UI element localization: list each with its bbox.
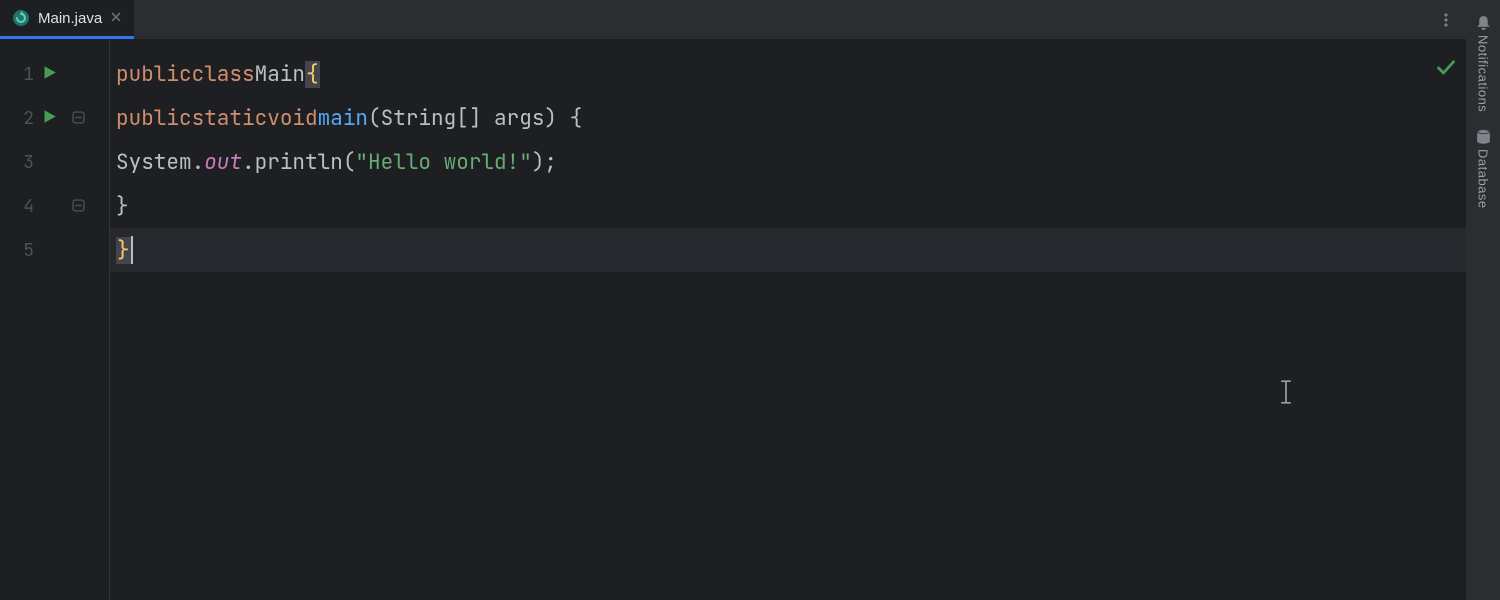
gutter-line: 2 bbox=[0, 96, 109, 140]
code-line-current: } bbox=[110, 228, 1466, 272]
gutter-line: 5 bbox=[0, 228, 109, 272]
run-gutter-icon[interactable] bbox=[34, 64, 64, 85]
brace-highlight: { bbox=[305, 61, 320, 88]
editor-main-area: Main.java 1 2 bbox=[0, 0, 1466, 600]
fold-collapse-icon[interactable] bbox=[64, 108, 92, 129]
database-icon bbox=[1475, 128, 1492, 145]
caret bbox=[131, 236, 133, 264]
code-line: System.out.println("Hello world!"); bbox=[110, 140, 1466, 184]
kebab-icon bbox=[1438, 12, 1454, 28]
notifications-label: Notifications bbox=[1476, 35, 1491, 112]
line-number: 2 bbox=[0, 107, 34, 130]
line-number: 4 bbox=[0, 195, 34, 218]
java-file-icon bbox=[12, 9, 30, 27]
line-number: 5 bbox=[0, 239, 34, 262]
editor-body: 1 2 3 4 bbox=[0, 40, 1466, 600]
code-line: } bbox=[110, 184, 1466, 228]
gutter-line: 1 bbox=[0, 52, 109, 96]
tab-more-button[interactable] bbox=[1426, 0, 1466, 39]
close-icon[interactable] bbox=[110, 10, 122, 27]
tab-bar: Main.java bbox=[0, 0, 1466, 40]
tab-filename: Main.java bbox=[38, 10, 102, 27]
gutter: 1 2 3 4 bbox=[0, 40, 110, 600]
text-cursor-icon bbox=[1278, 380, 1294, 411]
code-line: public static void main(String[] args) { bbox=[110, 96, 1466, 140]
analysis-ok-icon[interactable] bbox=[1436, 58, 1456, 85]
gutter-line: 3 bbox=[0, 140, 109, 184]
database-tool-button[interactable]: Database bbox=[1466, 122, 1500, 215]
database-label: Database bbox=[1476, 149, 1491, 209]
right-tool-stripe: Notifications Database bbox=[1466, 0, 1500, 600]
run-gutter-icon[interactable] bbox=[34, 108, 64, 129]
tab-main-java[interactable]: Main.java bbox=[0, 0, 134, 39]
line-number: 1 bbox=[0, 63, 34, 86]
bell-icon bbox=[1475, 14, 1492, 31]
fold-end-icon[interactable] bbox=[64, 196, 92, 217]
tab-bar-spacer bbox=[134, 0, 1426, 39]
code-line: public class Main { bbox=[110, 52, 1466, 96]
notifications-tool-button[interactable]: Notifications bbox=[1466, 8, 1500, 118]
gutter-line: 4 bbox=[0, 184, 109, 228]
code-area[interactable]: public class Main { public static void m… bbox=[110, 40, 1466, 600]
line-number: 3 bbox=[0, 151, 34, 174]
brace-highlight: } bbox=[116, 237, 131, 264]
